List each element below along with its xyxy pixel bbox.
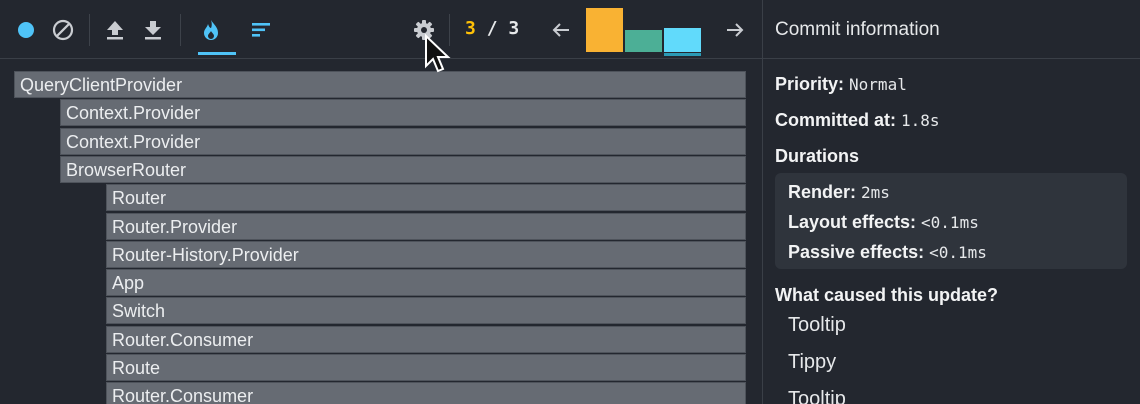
flamegraph-node[interactable]: QueryClientProvider (14, 71, 746, 98)
arrow-left-icon (552, 22, 569, 37)
arrow-right-icon (727, 22, 744, 37)
update-cause-item[interactable]: Tippy (788, 351, 836, 374)
load-profile-icon (107, 20, 123, 39)
update-cause-item[interactable]: Tooltip (788, 314, 846, 337)
durations-heading: Durations (775, 146, 860, 166)
tab-ranked[interactable] (247, 0, 275, 59)
update-cause-heading: What caused this update? (775, 285, 999, 305)
flamegraph-node[interactable]: Router.Consumer (106, 382, 746, 404)
commit-current: 3 (465, 18, 476, 39)
reload-button[interactable] (48, 0, 78, 59)
committed-at-value: 1.8s (901, 111, 940, 130)
commit-counter: 3 / 3 (465, 18, 519, 39)
profiler-window: 3 / 3 QueryClientProvider Context.Provide… (0, 0, 1140, 404)
commit-total: 3 (508, 18, 520, 39)
profiler-toolbar: 3 / 3 (0, 0, 762, 59)
layout-effects-label: Layout effects (788, 212, 911, 232)
next-commit-button[interactable] (722, 0, 748, 59)
priority-value: Normal (849, 75, 907, 94)
tab-flamegraph[interactable] (196, 0, 226, 59)
mouse-cursor-icon (425, 34, 451, 73)
record-dot-icon (18, 21, 34, 38)
layout-effects-row: Layout effects: <0.1ms (788, 212, 979, 232)
prev-commit-button[interactable] (548, 0, 574, 59)
committed-at-label: Committed at (775, 110, 891, 130)
load-profile-button[interactable] (101, 0, 129, 59)
record-button[interactable] (12, 0, 40, 59)
flamegraph-node[interactable]: App (106, 269, 746, 296)
clear-icon (52, 19, 74, 40)
active-tab-indicator (198, 52, 236, 55)
priority-row: Priority: Normal (775, 74, 907, 94)
flame-icon (204, 19, 218, 40)
side-panel-title: Commit information (775, 19, 940, 40)
selected-commit-indicator (664, 53, 701, 56)
toolbar-divider (180, 14, 181, 46)
flamegraph-node[interactable]: Context.Provider (60, 99, 746, 126)
flamegraph-node[interactable]: Router-History.Provider (106, 241, 746, 268)
save-profile-icon (145, 20, 161, 39)
flamegraph-chart: QueryClientProvider Context.Provider Conte… (0, 60, 762, 404)
render-value: 2ms (861, 183, 890, 202)
panel-divider (762, 0, 763, 404)
flamegraph-node[interactable]: Route (106, 354, 746, 381)
passive-effects-value: <0.1ms (929, 243, 987, 262)
committed-at-row: Committed at: 1.8s (775, 110, 940, 130)
toolbar-divider (89, 14, 90, 46)
flamegraph-node[interactable]: Router.Provider (106, 213, 746, 240)
flamegraph-node[interactable]: Switch (106, 297, 746, 324)
commit-bar[interactable] (625, 30, 662, 52)
commit-separator: / (486, 18, 498, 39)
flamegraph-node[interactable]: Context.Provider (60, 128, 746, 155)
flamegraph-node[interactable]: Router (106, 184, 746, 211)
passive-effects-label: Passive effects (788, 242, 919, 262)
flamegraph-node[interactable]: Router.Consumer (106, 326, 746, 353)
ranked-chart-icon (252, 22, 270, 37)
flamegraph-node[interactable]: BrowserRouter (60, 156, 746, 183)
passive-effects-row: Passive effects: <0.1ms (788, 242, 987, 262)
commit-bar[interactable] (586, 8, 623, 52)
update-cause-item[interactable]: Tooltip (788, 388, 846, 404)
commit-bar[interactable] (664, 28, 701, 52)
save-profile-button[interactable] (139, 0, 167, 59)
layout-effects-value: <0.1ms (921, 213, 979, 232)
render-duration-row: Render: 2ms (788, 182, 890, 202)
render-label: Render (788, 182, 851, 202)
priority-label: Priority (775, 74, 839, 94)
